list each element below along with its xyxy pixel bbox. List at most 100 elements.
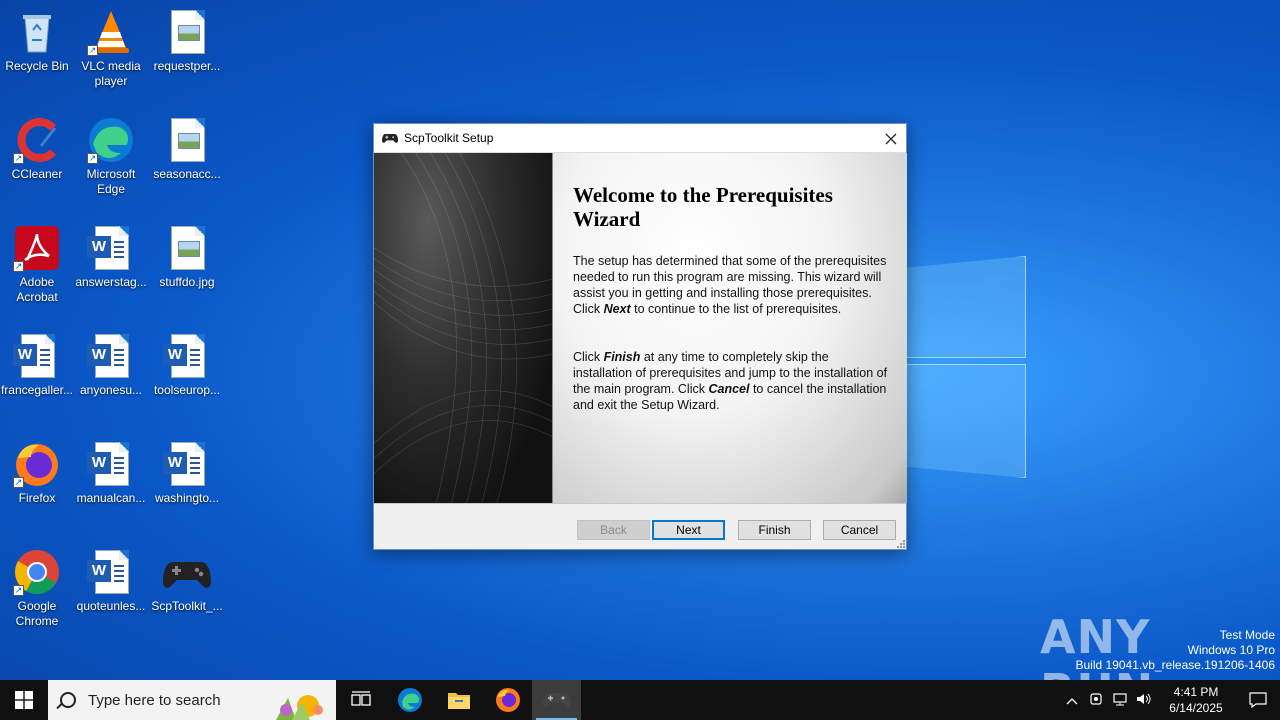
desktop-icon-label: seasonacc... [153,167,221,181]
word-doc-icon: W [87,440,135,488]
wizard-paragraph-1: The setup has determined that some of th… [573,254,887,316]
folder-icon [447,693,470,709]
firefox-icon: ↗ [13,440,61,488]
system-tray: 4:41 PM 6/14/2025 [1060,680,1280,720]
desktop-icon-label: francegaller... [0,383,74,397]
image-file-icon [163,8,211,56]
desktop-icon[interactable]: Recycle Bin [0,8,75,74]
desktop-icon[interactable]: ScpToolkit_... [149,548,225,614]
action-center-button[interactable] [1236,692,1280,708]
watermark-line-3: Build 19041.vb_release.191206-1406 [1075,658,1276,672]
windows-start-icon [15,691,33,709]
desktop-icon[interactable]: ↗ VLC media player [73,8,149,89]
desktop-icon-label: quoteunles... [76,599,146,613]
gamepad-icon [382,134,398,143]
word-doc-icon: W [163,332,211,380]
word-doc-icon: W [87,224,135,272]
desktop-icon-label: Google Chrome [15,599,59,628]
setup-wizard-dialog: ScpToolkit Setup Welcome to the Prerequi… [373,123,907,550]
device-icon [1090,692,1102,705]
close-button[interactable] [876,124,906,153]
finish-button[interactable]: Finish [738,520,811,540]
wizard-heading: Welcome to the Prerequisites Wizard [573,183,833,231]
taskbar-file-explorer[interactable] [434,680,483,720]
shortcut-arrow-icon: ↗ [87,153,98,164]
word-doc-icon: W [87,332,135,380]
shortcut-arrow-icon: ↗ [13,477,24,488]
dialog-title: ScpToolkit Setup [404,131,494,145]
word-doc-icon: W [163,440,211,488]
taskbar-firefox[interactable] [483,680,532,720]
show-hidden-icons-button[interactable] [1060,693,1084,708]
shortcut-arrow-icon: ↗ [87,45,98,56]
shortcut-arrow-icon: ↗ [13,153,24,164]
watermark-line-2: Windows 10 Pro [1187,643,1275,657]
firefox-icon [495,688,520,712]
system-clock[interactable]: 4:41 PM 6/14/2025 [1156,684,1236,716]
wizard-content-panel: Welcome to the Prerequisites Wizard The … [552,153,907,503]
desktop-icon-label: stuffdo.jpg [159,275,215,289]
network-button[interactable] [1108,692,1132,709]
search-placeholder: Type here to search [88,691,221,709]
volume-button[interactable] [1132,692,1156,709]
desktop-icon[interactable]: Wmanualcan... [73,440,149,506]
search-highlight-illustration [276,695,323,720]
clock-date: 6/14/2025 [1169,701,1223,715]
back-button[interactable]: Back [577,520,650,540]
network-icon [1113,692,1127,705]
test-mode-watermark: Test Mode Windows 10 Pro Build 19041.vb_… [1076,628,1276,673]
taskbar-edge[interactable] [385,680,434,720]
image-file-icon [163,116,211,164]
close-icon [885,133,897,144]
desktop-icon-label: Firefox [18,491,56,505]
desktop-icon[interactable]: stuffdo.jpg [149,224,225,290]
speaker-icon [1137,693,1151,704]
desktop-icon[interactable]: Wanswerstag... [73,224,149,290]
task-view-button[interactable] [336,680,385,720]
wizard-side-banner [374,153,552,503]
dialog-titlebar[interactable]: ScpToolkit Setup [374,124,906,153]
wizard-paragraph-2: Click Finish at any time to completely s… [573,350,888,412]
edge-icon [397,688,422,712]
word-doc-icon: W [87,548,135,596]
desktop-icon[interactable]: ↗ Adobe Acrobat [0,224,75,305]
start-button[interactable] [0,680,48,720]
desktop-icon[interactable]: Wquoteunles... [73,548,149,614]
desktop-icon[interactable]: ↗ Google Chrome [0,548,75,629]
next-button[interactable]: Next [652,520,725,540]
desktop-icon-label: manualcan... [76,491,146,505]
resize-grip-icon[interactable] [897,540,905,548]
cancel-button[interactable]: Cancel [823,520,896,540]
desktop-icon-label: anyonesu... [79,383,143,397]
tray-device-button[interactable] [1084,692,1108,709]
desktop-icon-label: toolseurop... [153,383,221,397]
taskbar-scptoolkit[interactable] [532,680,581,720]
desktop-icon[interactable]: requestper... [149,8,225,74]
wizard-button-bar: Back Next Finish Cancel [374,503,906,549]
taskbar: Type here to search 4:41 PM 6/14/2025 [0,680,1280,720]
recycle-bin-icon [13,8,61,56]
image-file-icon [163,224,211,272]
desktop-icon[interactable]: Wfrancegaller... [0,332,75,398]
vlc-icon: ↗ [87,8,135,56]
desktop-icon-label: CCleaner [11,167,63,181]
desktop-icon-label: Adobe Acrobat [16,275,58,304]
ccleaner-icon: ↗ [13,116,61,164]
gamepad-icon [542,693,571,708]
shortcut-arrow-icon: ↗ [13,261,24,272]
watermark-line-1: Test Mode [1219,628,1275,642]
gamepad-icon [163,548,211,596]
desktop-icon-label: VLC media player [81,59,141,88]
desktop-icon[interactable]: Wtoolseurop... [149,332,225,398]
desktop-icon-label: answerstag... [75,275,147,289]
desktop-icon[interactable]: ↗ Microsoft Edge [73,116,149,197]
desktop-icon[interactable]: Wwashingto... [149,440,225,506]
desktop-icon[interactable]: seasonacc... [149,116,225,182]
desktop-icon[interactable]: ↗ CCleaner [0,116,75,182]
desktop-icon-label: Microsoft Edge [86,167,136,196]
abstract-lines-graphic [374,153,552,503]
taskbar-search-box[interactable]: Type here to search [48,680,336,720]
desktop-icon[interactable]: ↗ Firefox [0,440,75,506]
desktop-icon[interactable]: Wanyonesu... [73,332,149,398]
desktop-icon-label: ScpToolkit_... [151,599,223,613]
